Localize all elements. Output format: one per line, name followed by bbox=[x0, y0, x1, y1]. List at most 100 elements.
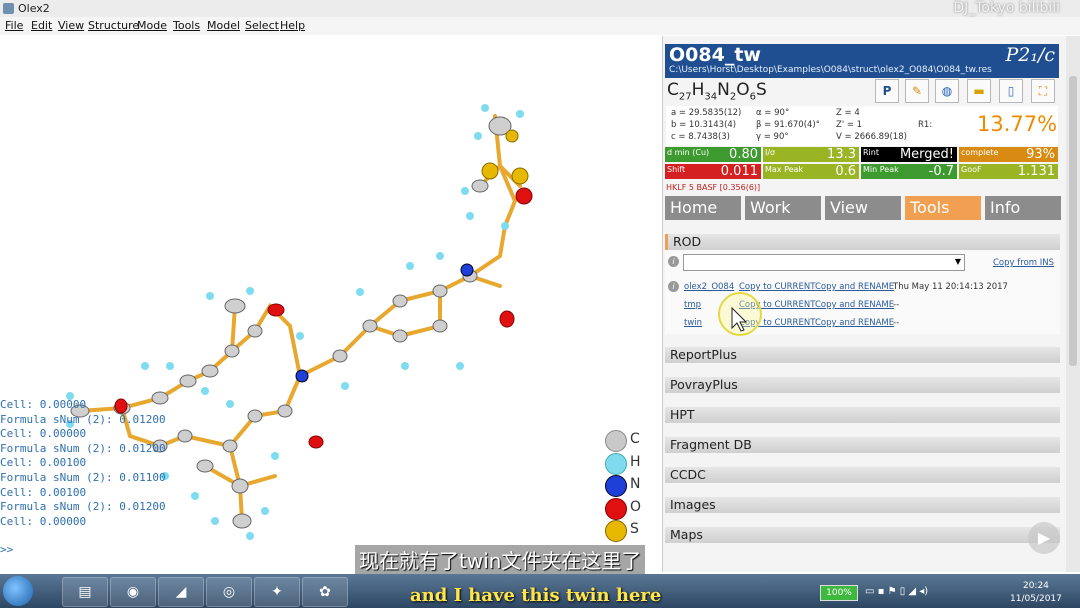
rod-file-date: -- bbox=[893, 300, 900, 310]
console-line: Cell: 0.00000 bbox=[0, 514, 87, 528]
phone-icon[interactable]: ▯ bbox=[999, 79, 1023, 103]
section-fragment-db[interactable]: Fragment DB bbox=[665, 437, 1060, 453]
fit-icon[interactable]: ⛶ bbox=[1031, 79, 1055, 103]
app-icon[interactable]: ◢ bbox=[158, 577, 204, 607]
menu-view[interactable]: View bbox=[58, 19, 84, 32]
menu-file[interactable]: File bbox=[5, 19, 23, 32]
refine-icon[interactable]: P bbox=[875, 79, 899, 103]
rod-file-link[interactable]: twin bbox=[684, 318, 702, 328]
console-line: Formula sNum (2): 0.01200 bbox=[0, 500, 166, 514]
cell-c: c = 8.7438(3) bbox=[671, 132, 730, 142]
cell-gamma: γ = 90° bbox=[756, 132, 789, 142]
cell-b: b = 10.3143(4) bbox=[671, 120, 737, 130]
section-hpt[interactable]: HPT bbox=[665, 407, 1060, 423]
chrome-icon[interactable]: ◉ bbox=[110, 577, 156, 607]
console-line: Cell: 0.00100 bbox=[0, 456, 87, 470]
tab-view[interactable]: View bbox=[825, 196, 901, 220]
app-icon[interactable]: ◎ bbox=[206, 577, 252, 607]
rod-dropdown[interactable]: ▼ bbox=[683, 254, 965, 271]
section-rod[interactable]: ROD bbox=[665, 234, 1060, 250]
explorer-icon[interactable]: ▤ bbox=[62, 577, 108, 607]
carbon-ball-icon bbox=[605, 430, 627, 452]
cell-beta: β = 91.670(4)° bbox=[756, 120, 820, 130]
menu-select[interactable]: Select bbox=[245, 19, 279, 32]
copy-and-rename-link[interactable]: Copy and RENAME bbox=[815, 300, 894, 310]
cell-zprime: Z' = 1 bbox=[836, 120, 863, 130]
menu-mode[interactable]: Mode bbox=[137, 19, 167, 32]
space-group: P2₁/c bbox=[1005, 44, 1055, 66]
section-maps[interactable]: Maps bbox=[665, 527, 1060, 543]
menu-edit[interactable]: Edit bbox=[31, 19, 52, 32]
hydrogen-ball-icon bbox=[605, 452, 627, 475]
copy-and-rename-link[interactable]: Copy and RENAME bbox=[815, 318, 894, 328]
legend-label: N bbox=[630, 476, 641, 492]
subtitle-english: and I have this twin here bbox=[410, 585, 662, 606]
rod-file-date: -- bbox=[893, 318, 900, 328]
olex2-taskbar-icon[interactable]: ✿ bbox=[302, 577, 348, 607]
menu-structure[interactable]: Structure bbox=[88, 19, 139, 32]
start-button-icon[interactable] bbox=[3, 576, 33, 606]
r1-label: R1: bbox=[918, 120, 933, 130]
battery-indicator[interactable]: 100% bbox=[820, 585, 858, 601]
sulfur-ball-icon bbox=[605, 520, 627, 542]
play-icon[interactable]: ▶ bbox=[1028, 522, 1060, 554]
legend-label: O bbox=[630, 498, 642, 515]
chevron-down-icon: ▼ bbox=[954, 257, 961, 266]
scrollbar-thumb[interactable] bbox=[1069, 76, 1077, 366]
window-title: Olex2 bbox=[18, 2, 50, 15]
cursor-highlight bbox=[718, 292, 762, 336]
section-reportplus[interactable]: ReportPlus bbox=[665, 347, 1060, 363]
folder-icon[interactable]: ▬ bbox=[967, 79, 991, 103]
section-povrayplus[interactable]: PovrayPlus bbox=[665, 377, 1060, 393]
info-icon[interactable]: i bbox=[668, 281, 679, 292]
stat-shift: Shift 0.011 bbox=[665, 164, 761, 179]
panel-scrollbar[interactable] bbox=[1066, 36, 1080, 572]
watermark: DJ_Tokyo bilibili bbox=[953, 0, 1060, 16]
r1-value: 13.77% bbox=[977, 112, 1058, 136]
tab-home[interactable]: Home bbox=[665, 196, 741, 220]
olex2-app-icon bbox=[3, 3, 14, 14]
hklf-info: HKLF 5 BASF [0.356(6)] bbox=[666, 183, 761, 192]
molecular-formula: C27H34N2O6S bbox=[667, 80, 767, 103]
structure-name: O084_tw bbox=[669, 44, 761, 66]
info-icon[interactable]: i bbox=[668, 256, 679, 267]
globe-icon[interactable]: ◍ bbox=[935, 79, 959, 103]
legend-label: H bbox=[630, 453, 641, 470]
rod-file-link[interactable]: tmp bbox=[684, 300, 701, 310]
stat-max-peak: Max Peak 0.6 bbox=[763, 164, 859, 179]
nitrogen-ball-icon bbox=[605, 475, 627, 497]
console-line: Cell: 0.00000 bbox=[0, 427, 87, 441]
stat-goof: GooF 1.131 bbox=[959, 164, 1058, 179]
copy-and-rename-link[interactable]: Copy and RENAME bbox=[815, 282, 894, 292]
tab-info[interactable]: Info bbox=[985, 196, 1061, 220]
app-icon[interactable]: ✦ bbox=[254, 577, 300, 607]
stat-isigma: I/σ 13.3 bbox=[763, 147, 859, 162]
stat-complete: complete 93% bbox=[959, 147, 1058, 162]
system-tray-icons[interactable]: ▭ ▪ ⚑ ▯ ◢ ◂) bbox=[865, 586, 928, 597]
section-ccdc[interactable]: CCDC bbox=[665, 467, 1060, 483]
legend-label: S bbox=[630, 521, 639, 537]
side-panel: O084_tw C:\Users\Horst\Desktop\Examples\… bbox=[662, 36, 1067, 572]
command-prompt[interactable]: >> bbox=[0, 543, 13, 556]
section-images[interactable]: Images bbox=[665, 497, 1060, 513]
menu-tools[interactable]: Tools bbox=[173, 19, 200, 32]
clock-date: 11/05/2017 bbox=[1010, 594, 1062, 604]
tab-tools[interactable]: Tools bbox=[905, 196, 981, 220]
stat-min-peak: Min Peak -0.7 bbox=[861, 164, 957, 179]
structure-path[interactable]: C:\Users\Horst\Desktop\Examples\O084\str… bbox=[669, 65, 992, 75]
title-bar: Olex2 DJ_Tokyo bilibili bbox=[0, 0, 1080, 18]
rod-panel: i ▼ Copy from INS i olex2_O084 Copy to C… bbox=[665, 250, 1060, 336]
structure-header: O084_tw C:\Users\Horst\Desktop\Examples\… bbox=[665, 44, 1059, 78]
menu-help[interactable]: Help bbox=[280, 19, 305, 32]
subtitle-chinese: 现在就有了twin文件夹在这里了 bbox=[355, 545, 646, 574]
clock[interactable]: 20:24 11/05/2017 bbox=[1010, 580, 1062, 606]
cell-volume: V = 2666.89(18) bbox=[836, 132, 907, 142]
menu-model[interactable]: Model bbox=[207, 19, 240, 32]
pencil-icon[interactable]: ✎ bbox=[905, 79, 929, 103]
legend-label: C bbox=[630, 431, 640, 447]
console-output: Cell: 0.00000 Formula sNum (2): 0.01200 … bbox=[0, 398, 166, 529]
tab-work[interactable]: Work bbox=[745, 196, 821, 220]
cell-z: Z = 4 bbox=[836, 108, 860, 118]
copy-from-ins-link[interactable]: Copy from INS bbox=[993, 258, 1054, 268]
rod-file-date: Thu May 11 20:14:13 2017 bbox=[893, 282, 1008, 292]
